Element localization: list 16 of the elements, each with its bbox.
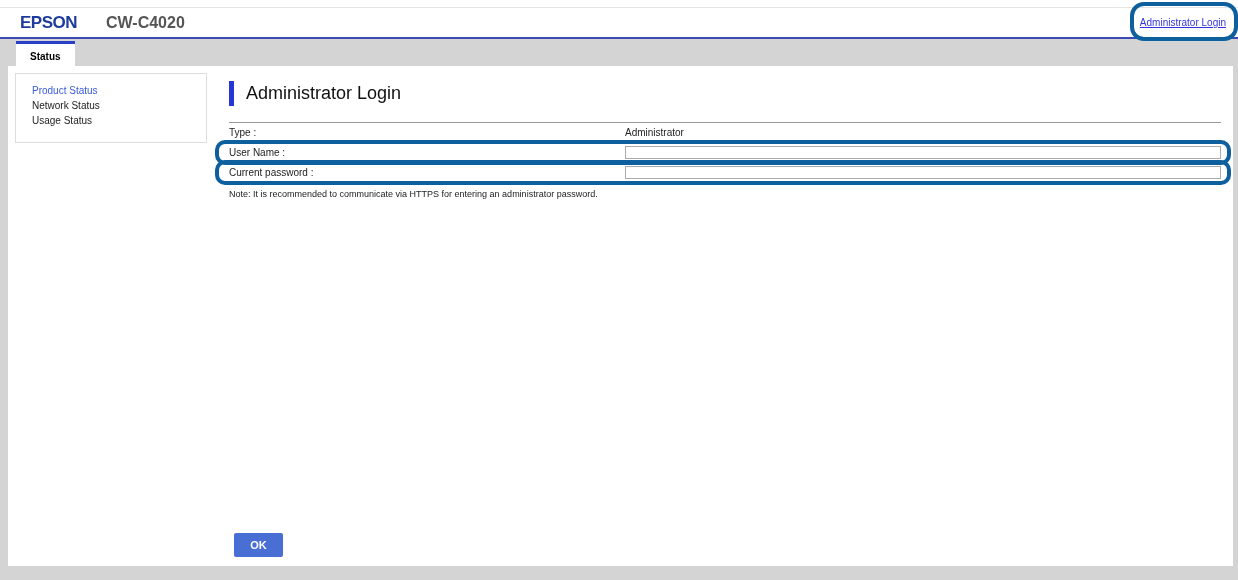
tab[interactable]: Status [16,41,75,66]
field-label: User Name : [229,147,287,158]
field-label: Current password : [229,167,315,178]
ok-button[interactable]: OK [234,533,283,557]
sidebar-link[interactable]: Network Status [32,100,206,111]
page-title: Administrator Login [229,81,1221,106]
login-link[interactable]: Administrator Login [1139,17,1226,28]
sidebar-link[interactable]: Product Status [32,85,206,96]
input-field[interactable] [625,146,1221,159]
input-field[interactable] [625,166,1221,179]
note-text: Note: It is recommended to communicate via HTTPS for entering an administrator password. [229,189,599,199]
sidebar-link[interactable]: Usage Status [32,115,206,126]
field-value: Administrator [625,127,684,138]
model-name: CW-C4020 [106,13,185,32]
field-label: Type : [229,127,258,138]
brand-logo: EPSON [20,12,79,33]
